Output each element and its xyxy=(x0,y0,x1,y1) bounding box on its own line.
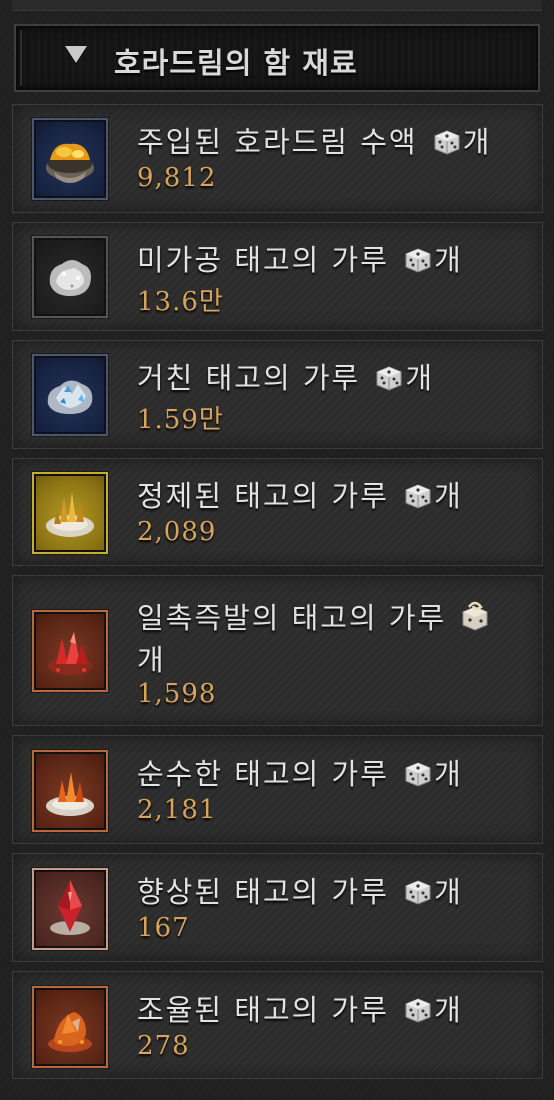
material-item[interactable]: 순수한 태고의 가루 개 2,181 xyxy=(12,735,543,844)
dice-icon xyxy=(405,762,431,787)
material-count: 2,181 xyxy=(137,795,217,825)
material-count: 1.59만 xyxy=(137,405,224,435)
material-count: 1,598 xyxy=(137,679,217,709)
category-header[interactable]: 호라드림의 함 재료 xyxy=(14,24,540,92)
material-item[interactable]: 거친 태고의 가루 개 1.59만 xyxy=(12,340,543,449)
material-icon-frame xyxy=(32,236,108,318)
material-count: 9,812 xyxy=(137,163,217,193)
enhanced-dust-icon xyxy=(50,880,90,935)
material-icon-frame xyxy=(32,472,108,554)
material-name: 순수한 태고의 가루 개 xyxy=(137,757,463,791)
material-item[interactable]: 정제된 태고의 가루 개 2,089 xyxy=(12,458,543,566)
header-ornament xyxy=(20,30,54,86)
material-count: 167 xyxy=(137,913,190,943)
material-icon-frame xyxy=(32,750,108,832)
material-name: 미가공 태고의 가루 개 xyxy=(137,243,463,277)
category-title: 호라드림의 함 재료 xyxy=(114,46,358,80)
dice-swirl-icon xyxy=(462,601,488,631)
material-item[interactable]: 주입된 호라드림 수액 개 9,812 xyxy=(12,104,543,213)
volatile-dust-icon xyxy=(48,632,92,675)
material-icon-frame xyxy=(32,868,108,950)
top-divider xyxy=(12,0,542,11)
tuned-dust-icon xyxy=(48,1012,92,1052)
dice-icon xyxy=(434,130,460,155)
material-name: 거친 태고의 가루 개 xyxy=(137,361,435,395)
material-icon-frame xyxy=(32,986,108,1068)
dice-icon xyxy=(405,998,431,1023)
material-name: 조율된 태고의 가루 개 xyxy=(137,993,463,1027)
material-icon-frame xyxy=(32,354,108,436)
material-count: 2,089 xyxy=(137,517,217,547)
material-icon-frame xyxy=(32,610,108,692)
material-name: 정제된 태고의 가루 개 xyxy=(137,479,463,513)
dice-icon xyxy=(376,366,402,391)
materials-panel: 호라드림의 함 재료 주입된 호라드림 수액 개 9,812 미가공 태고의 가… xyxy=(0,0,554,1100)
material-item[interactable]: 미가공 태고의 가루 개 13.6만 xyxy=(12,222,543,331)
pure-dust-icon xyxy=(46,772,94,816)
material-item[interactable]: 조율된 태고의 가루 개 278 xyxy=(12,971,543,1079)
material-count: 278 xyxy=(137,1031,190,1061)
dice-icon xyxy=(405,248,431,273)
material-count: 13.6만 xyxy=(137,287,224,317)
material-item[interactable]: 향상된 태고의 가루 개 167 xyxy=(12,853,543,962)
material-name: 주입된 호라드림 수액 개 xyxy=(137,125,492,159)
dice-icon xyxy=(405,484,431,509)
material-name: 향상된 태고의 가루 개 xyxy=(137,875,463,909)
material-name: 일촉즉발의 태고의 가루 개 xyxy=(137,597,532,681)
material-item[interactable]: 일촉즉발의 태고의 가루 개 1,598 xyxy=(12,575,543,726)
collapse-arrow-icon[interactable] xyxy=(65,46,87,63)
dice-icon xyxy=(405,880,431,905)
sap-bowl-icon xyxy=(46,143,94,183)
coarse-dust-icon xyxy=(47,380,93,414)
material-icon-frame xyxy=(32,118,108,200)
refined-dust-icon xyxy=(46,492,94,537)
raw-dust-icon xyxy=(49,260,91,296)
